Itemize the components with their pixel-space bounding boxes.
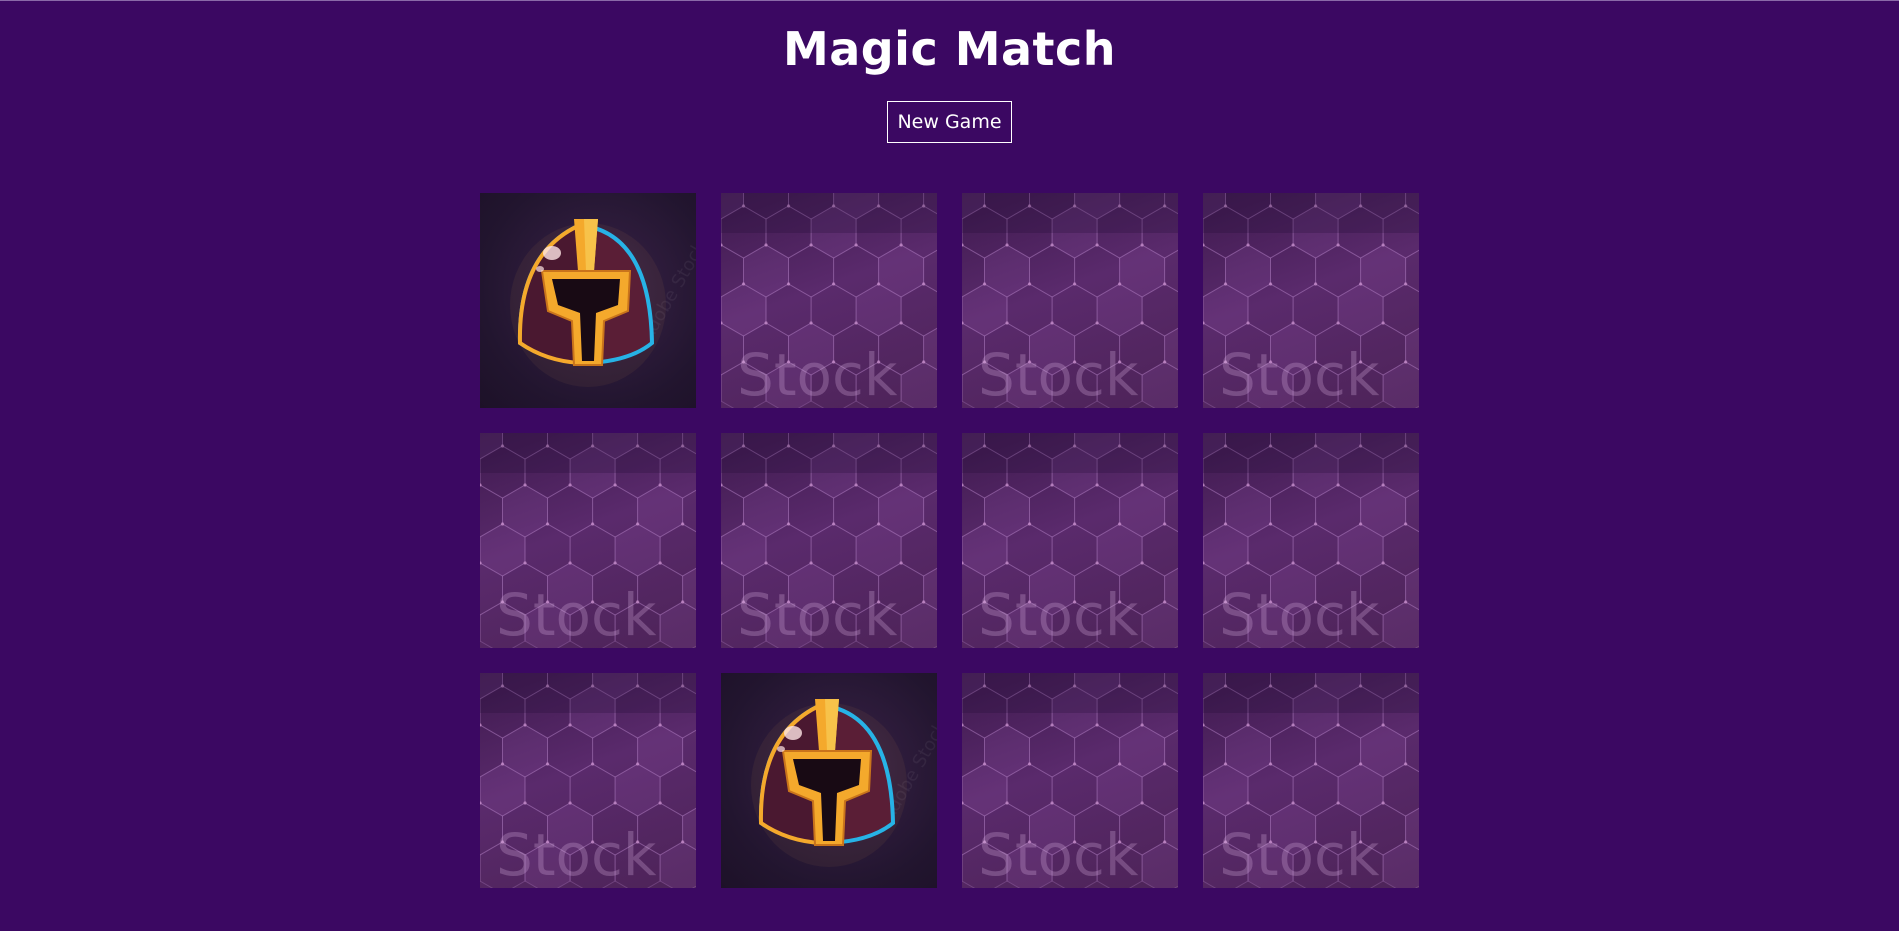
helmet-icon — [510, 219, 666, 387]
watermark-text: Stock — [496, 821, 657, 888]
card-face-down[interactable]: Stock — [721, 433, 937, 648]
watermark-text: Stock — [978, 581, 1139, 648]
card-back-art: Stock — [480, 433, 696, 648]
card-face-down[interactable]: Stock — [962, 193, 1178, 408]
card-face-down[interactable]: Stock — [962, 433, 1178, 648]
card-back-art: Stock — [1203, 673, 1419, 888]
card-face-art: Adobe Stock — [510, 219, 696, 387]
page-title: Magic Match — [782, 22, 1117, 76]
card-face-down[interactable]: Stock — [962, 673, 1178, 888]
new-game-button[interactable]: New Game — [887, 101, 1012, 143]
card-back-art: Stock — [962, 193, 1178, 408]
card-face-down[interactable]: Stock — [480, 673, 696, 888]
card-back-art: Stock — [962, 433, 1178, 648]
card-face-up[interactable]: Adobe Stock — [721, 673, 937, 888]
card-back-art: Stock — [962, 673, 1178, 888]
card-back-art: Stock — [1203, 433, 1419, 648]
card-back-art: Stock — [721, 433, 937, 648]
card-face-down[interactable]: Stock — [1203, 433, 1419, 648]
watermark-text: Stock — [978, 341, 1139, 408]
watermark-text: Stock — [496, 581, 657, 648]
card-face-art: Adobe Stock — [751, 699, 937, 867]
card-face-up[interactable]: Adobe Stock — [480, 193, 696, 408]
watermark-text: Stock — [1219, 821, 1380, 888]
card-face-down[interactable]: Stock — [480, 433, 696, 648]
top-border-line — [0, 0, 1899, 1]
card-back-art: Stock — [480, 673, 696, 888]
helmet-icon — [751, 699, 907, 867]
watermark-text: Stock — [737, 341, 898, 408]
card-face-down[interactable]: Stock — [1203, 673, 1419, 888]
watermark-text: Stock — [978, 821, 1139, 888]
card-back-art: Stock — [1203, 193, 1419, 408]
card-face-down[interactable]: Stock — [721, 193, 937, 408]
watermark-text: Stock — [737, 581, 898, 648]
card-back-art: Stock — [721, 193, 937, 408]
watermark-text: Stock — [1219, 341, 1380, 408]
card-grid: Adobe Stock Stock Stock Stock Stock Stock Stoc… — [480, 193, 1419, 888]
card-face-down[interactable]: Stock — [1203, 193, 1419, 408]
watermark-text: Stock — [1219, 581, 1380, 648]
